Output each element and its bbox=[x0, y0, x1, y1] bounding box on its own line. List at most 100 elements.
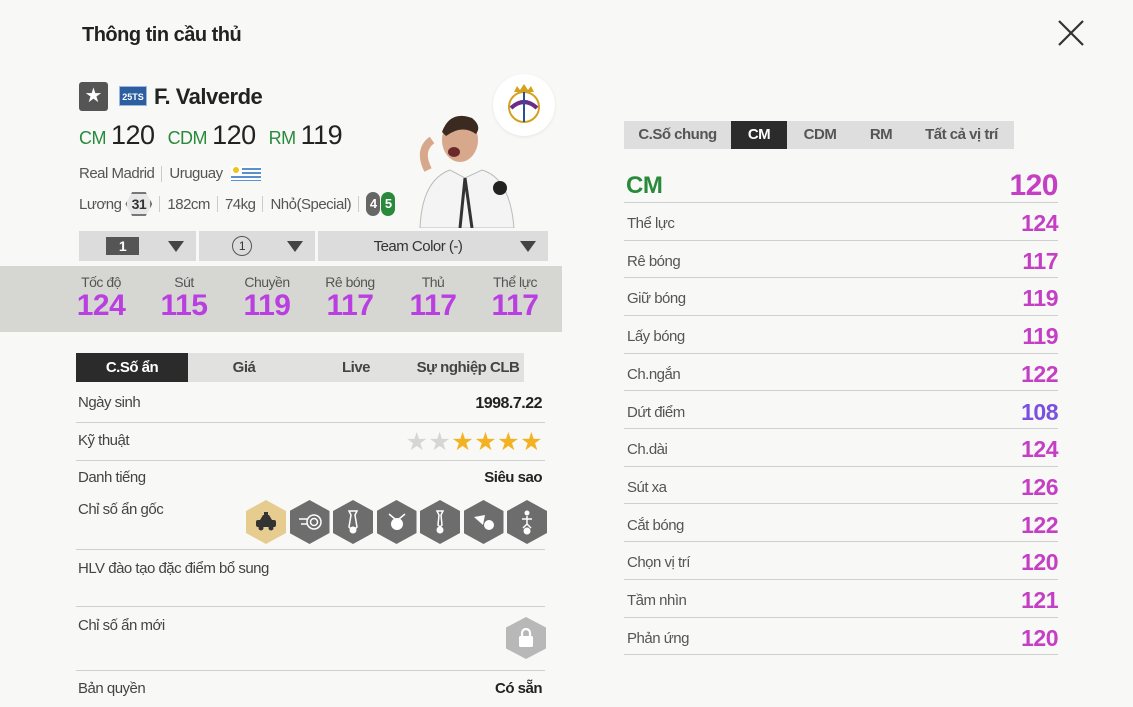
club-name: Real Madrid bbox=[79, 165, 155, 182]
club-row: Real Madrid Uruguay bbox=[79, 165, 261, 182]
stat-row: Tầm nhìn 121 bbox=[624, 580, 1058, 618]
stat-value: 124 bbox=[1021, 436, 1058, 463]
stat-label: Cắt bóng bbox=[627, 516, 684, 534]
stat-row: Giữ bóng 119 bbox=[624, 278, 1058, 316]
level-selector[interactable]: 1 bbox=[79, 231, 196, 261]
tab-all-positions[interactable]: Tất cả vị trí bbox=[909, 121, 1014, 149]
tab-cdm[interactable]: CDM bbox=[787, 121, 853, 149]
stat-label: Dứt điểm bbox=[627, 403, 685, 421]
stat-label: Chọn vị trí bbox=[627, 554, 690, 572]
stat-value: 122 bbox=[1021, 511, 1058, 538]
divider bbox=[358, 196, 360, 212]
tab-club-career[interactable]: Sự nghiệp CLB bbox=[412, 353, 524, 382]
stat-label: Sút xa bbox=[627, 478, 667, 496]
new-traits-label: Chỉ số ẩn mới bbox=[78, 617, 165, 634]
weight-value: 74kg bbox=[224, 195, 256, 213]
flight-ball-icon[interactable] bbox=[463, 500, 504, 544]
taxi-icon[interactable] bbox=[246, 500, 286, 544]
body-type: Nhỏ(Special) bbox=[270, 195, 352, 213]
position-overall: 120 bbox=[1009, 169, 1058, 202]
birthday-row: Ngày sinh 1998.7.22 bbox=[76, 394, 545, 423]
team-color-selector[interactable]: Team Color (-) bbox=[318, 231, 548, 261]
stat-value: 120 bbox=[1021, 624, 1058, 651]
license-label: Bản quyền bbox=[78, 680, 146, 697]
divider bbox=[159, 196, 161, 212]
chevron-down-icon bbox=[168, 241, 184, 252]
stat-label: Phản ứng bbox=[627, 629, 689, 647]
stat-label: Ch.dài bbox=[627, 441, 668, 459]
stat-label: Ch.ngắn bbox=[627, 365, 681, 383]
tab-rm[interactable]: RM bbox=[853, 121, 909, 149]
attributes-row: Lương 31 182cm 74kg Nhỏ(Special) 4 5 bbox=[79, 192, 396, 216]
tab-live[interactable]: Live bbox=[300, 353, 412, 382]
height-value: 182cm bbox=[167, 195, 210, 213]
salary-badge: 31 bbox=[125, 192, 153, 216]
salary-label: Lương bbox=[79, 195, 122, 213]
tie-shirt-icon[interactable] bbox=[333, 500, 373, 544]
stat-pace: Tốc độ 124 bbox=[61, 274, 141, 322]
tab-price[interactable]: Giá bbox=[188, 353, 300, 382]
stat-row: Chọn vị trí 120 bbox=[624, 542, 1058, 580]
grade-selector[interactable]: 1 bbox=[199, 231, 315, 261]
position-label: CM bbox=[626, 172, 663, 199]
close-icon[interactable] bbox=[1055, 17, 1087, 49]
weak-foot-right: 5 bbox=[381, 192, 396, 216]
speed-rings-icon[interactable] bbox=[289, 500, 330, 544]
star-filled-icon: ★ bbox=[520, 428, 542, 456]
weak-foot-left: 4 bbox=[366, 192, 381, 216]
stat-label: Chuyền bbox=[244, 274, 290, 290]
stat-value: 122 bbox=[1021, 360, 1058, 387]
tab-hidden-stats[interactable]: C.Số ẩn bbox=[76, 353, 188, 382]
tie-shirt-ball-icon[interactable] bbox=[420, 500, 460, 544]
stat-row: Cắt bóng 122 bbox=[624, 505, 1058, 543]
stat-label: Thể lực bbox=[493, 274, 538, 290]
stat-row: Ch.ngắn 122 bbox=[624, 354, 1058, 392]
page-title: Thông tin cầu thủ bbox=[82, 24, 242, 46]
position-rating: 119 bbox=[300, 120, 343, 150]
ball-arrows-icon[interactable] bbox=[376, 500, 417, 544]
divider bbox=[216, 196, 218, 212]
stat-value: 117 bbox=[1022, 247, 1058, 274]
coach-traits-row: HLV đào tạo đặc điểm bổ sung bbox=[76, 560, 545, 607]
stat-dribbling: Rê bóng 117 bbox=[310, 274, 390, 322]
position-code: CM bbox=[79, 128, 107, 148]
divider bbox=[262, 196, 264, 212]
star-filled-icon: ★ bbox=[451, 428, 474, 456]
position-code: CDM bbox=[167, 128, 208, 148]
stat-row: Sút xa 126 bbox=[624, 467, 1058, 505]
grade-value: 1 bbox=[232, 236, 252, 256]
info-tabs: C.Số ẩn Giá Live Sự nghiệp CLB bbox=[76, 353, 524, 382]
stat-label: Tầm nhìn bbox=[627, 592, 687, 609]
traits-label: Chỉ số ẩn gốc bbox=[78, 501, 164, 518]
birthday-value: 1998.7.22 bbox=[475, 395, 542, 412]
coach-label: HLV đào tạo đặc điểm bổ sung bbox=[78, 560, 269, 577]
reputation-value: Siêu sao bbox=[484, 469, 542, 486]
stat-value: 117 bbox=[326, 289, 374, 322]
tab-overall[interactable]: C.Số chung bbox=[624, 121, 731, 149]
stat-label: Rê bóng bbox=[627, 252, 681, 270]
stat-shooting: Sút 115 bbox=[144, 274, 224, 322]
stat-passing: Chuyền 119 bbox=[227, 274, 307, 322]
skill-stars: ★ ★ ★ ★ ★ ★ bbox=[404, 428, 542, 456]
license-row: Bản quyền Có sẵn bbox=[76, 680, 545, 705]
stat-row: Lấy bóng 119 bbox=[624, 316, 1058, 354]
nation-name: Uruguay bbox=[169, 165, 223, 182]
tab-cm[interactable]: CM bbox=[731, 121, 787, 149]
star-empty-icon: ★ bbox=[405, 428, 428, 456]
reputation-row: Danh tiếng Siêu sao bbox=[76, 469, 545, 498]
stat-value: 115 bbox=[160, 289, 208, 322]
stat-value: 117 bbox=[409, 289, 457, 322]
dribble-player-icon[interactable] bbox=[507, 500, 547, 544]
real-madrid-logo bbox=[493, 74, 555, 136]
stat-label: Giữ bóng bbox=[627, 290, 686, 308]
star-filled-icon: ★ bbox=[474, 428, 497, 456]
stat-label: Thủ bbox=[421, 274, 445, 290]
stat-value: 119 bbox=[1022, 285, 1058, 312]
stat-value: 124 bbox=[1021, 210, 1058, 236]
stat-row: Thể lực 124 bbox=[624, 203, 1058, 241]
level-value: 1 bbox=[106, 237, 139, 255]
stat-label: Tốc độ bbox=[81, 274, 121, 290]
stat-row: Phản ứng 120 bbox=[624, 618, 1058, 656]
stat-value: 120 bbox=[1021, 549, 1058, 576]
stat-label: Sút bbox=[174, 274, 194, 290]
